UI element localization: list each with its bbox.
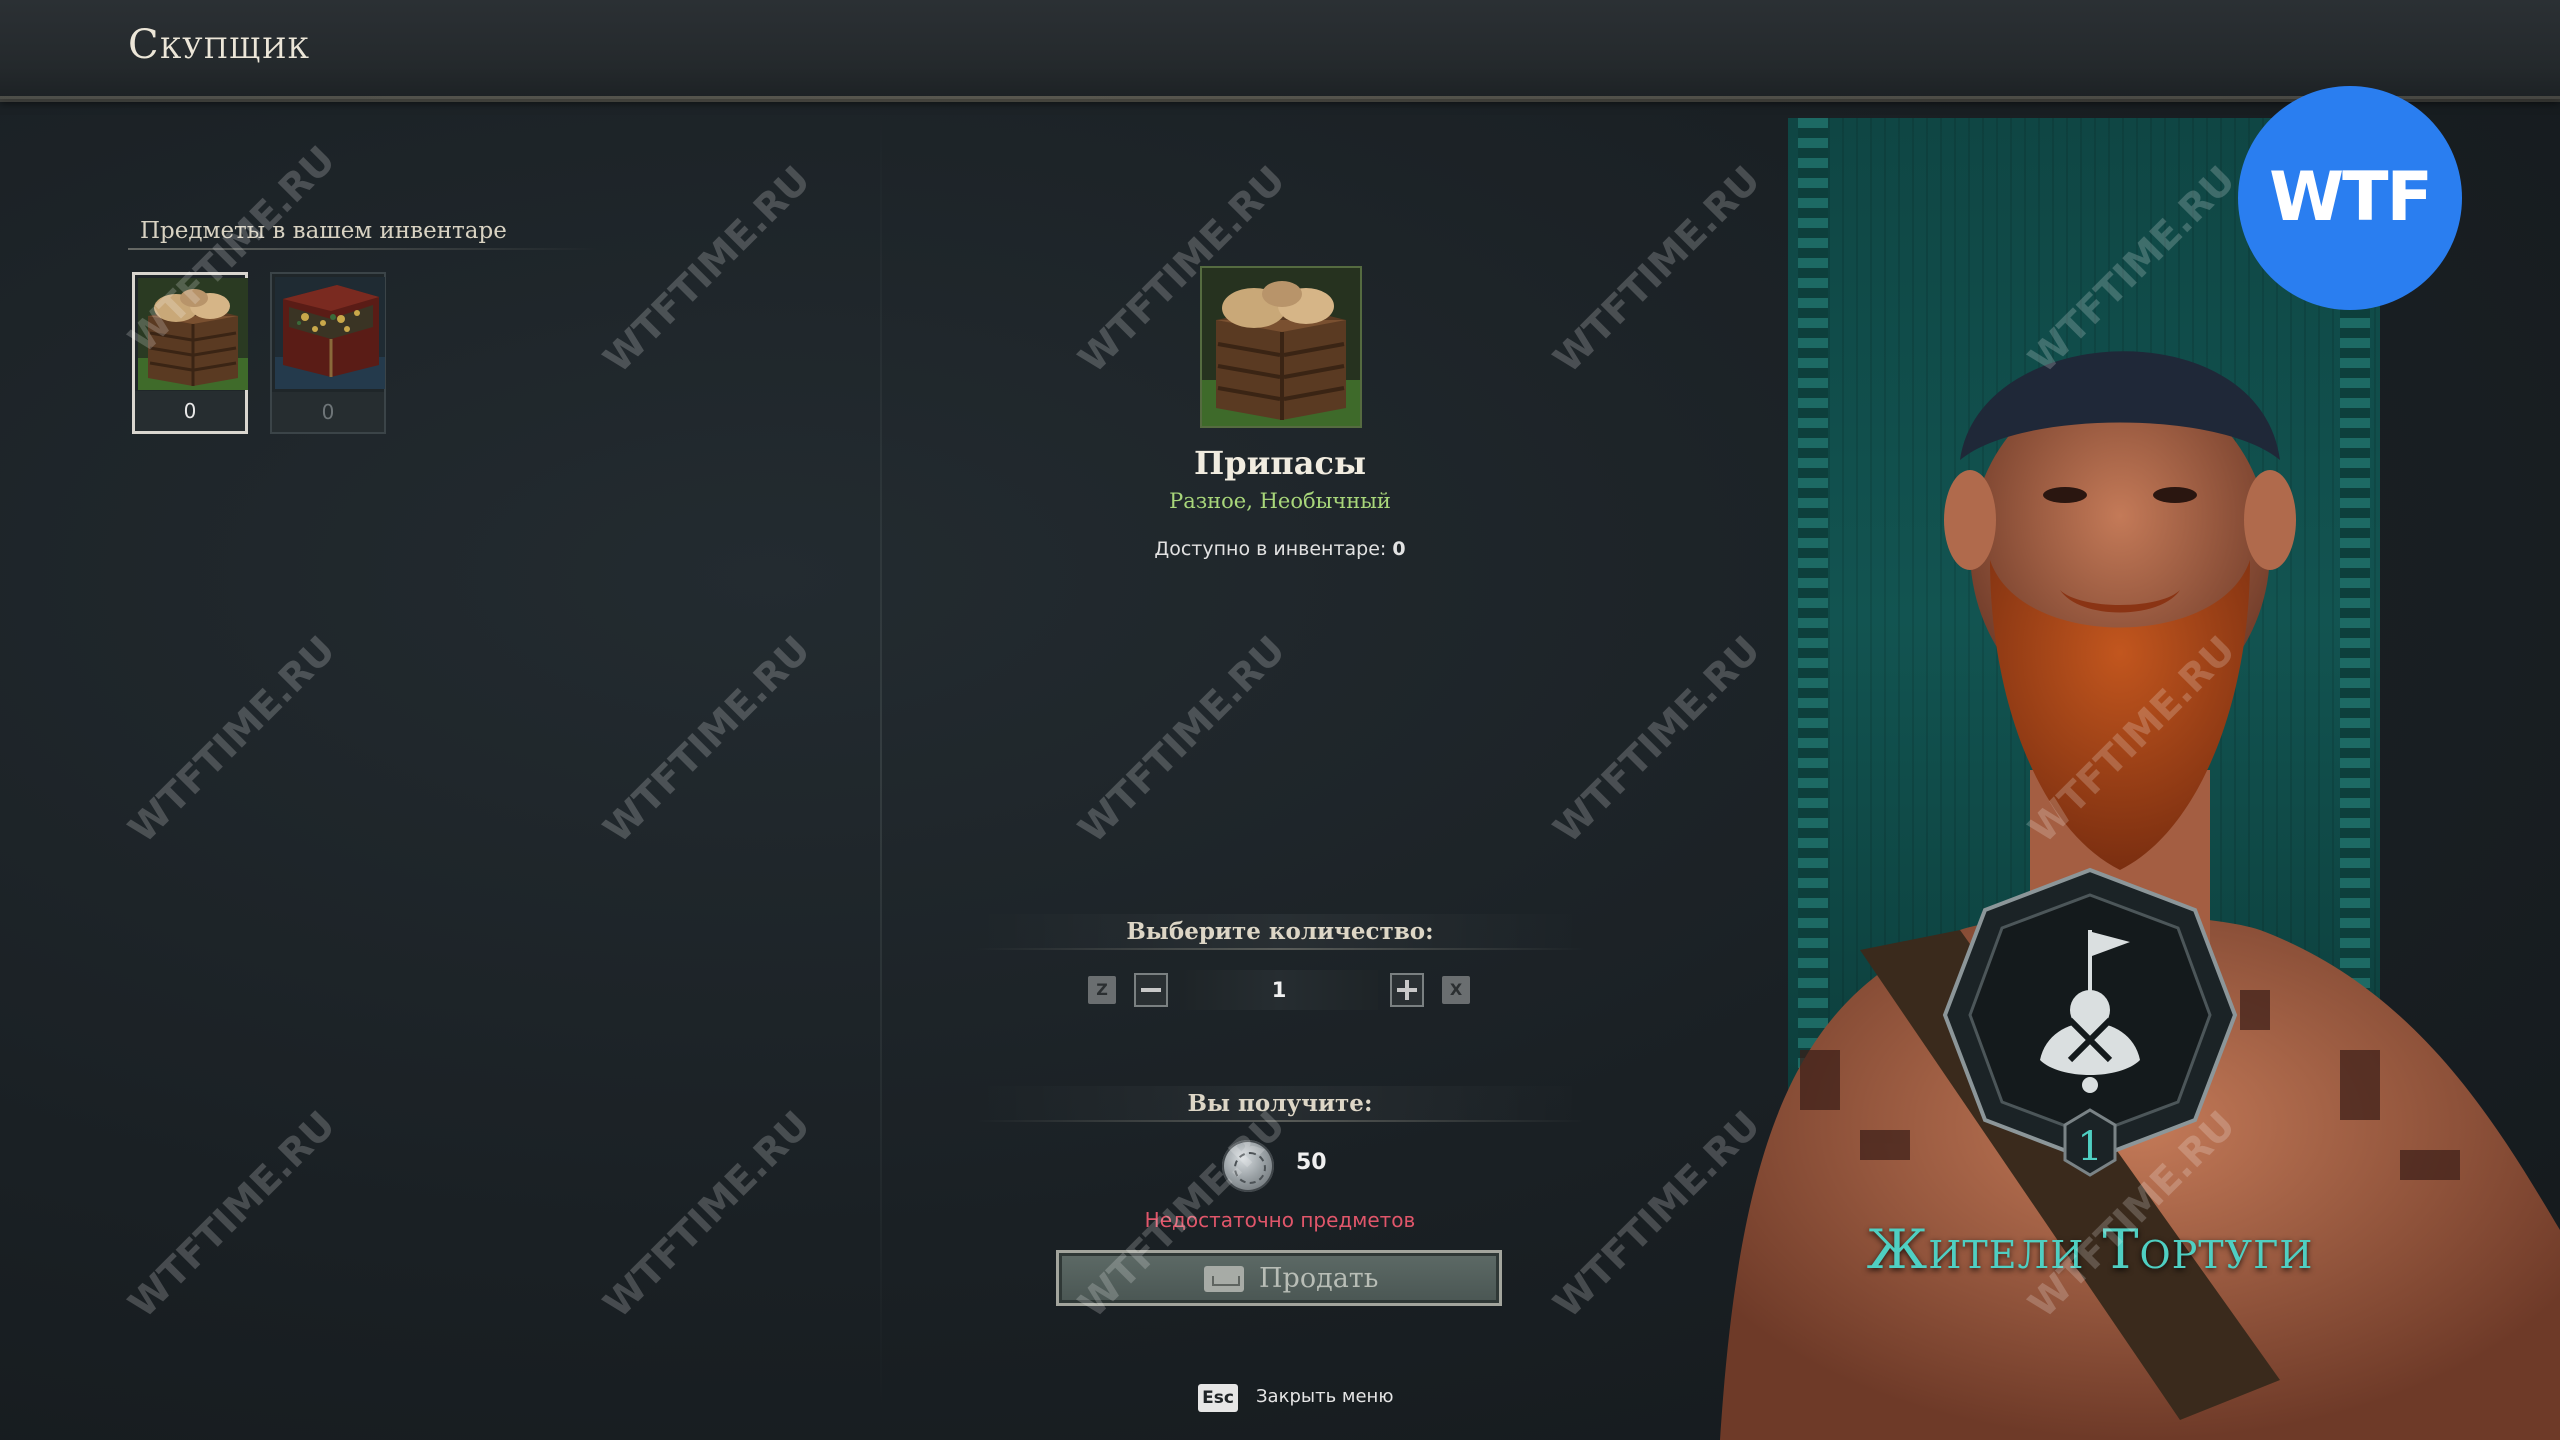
supply-crate-icon [1202,268,1360,426]
watermark: WTFTIME.RU [595,157,819,382]
watermark: WTFTIME.RU [120,1102,344,1327]
treasure-chest-icon [275,277,385,389]
key-min: Z [1088,976,1116,1004]
quantity-divider [975,948,1585,950]
quantity-title: Выберите количество: [1126,918,1434,945]
selected-item-thumb [1200,266,1362,428]
slot-quantity: 0 [272,392,384,432]
wtf-logo-badge: WTF [2238,86,2462,310]
slot-quantity: 0 [135,391,245,431]
sell-button-label: Продать [1259,1263,1379,1294]
watermark: WTFTIME.RU [595,1102,819,1327]
panel-divider [880,110,882,1410]
watermark: WTFTIME.RU [120,627,344,852]
inventory-label: Предметы в вашем инвентаре [140,218,507,244]
minus-icon [1141,988,1161,992]
watermark: WTFTIME.RU [1070,627,1294,852]
available-value: 0 [1392,538,1406,560]
keyboard-icon [1204,1266,1244,1292]
quantity-minus-button[interactable] [1134,973,1168,1007]
close-menu-label[interactable]: Закрыть меню [1256,1386,1393,1407]
page-title: Скупщик [128,22,310,68]
key-max: X [1442,976,1470,1004]
esc-key[interactable]: Esc [1198,1384,1238,1412]
watermark: WTFTIME.RU [595,627,819,852]
quantity-plus-button[interactable] [1390,973,1424,1007]
fence-screen: { "header": { "title": "Скупщик" }, "inv… [0,0,2560,1440]
faction-level: 1 [2077,1124,2102,1170]
available-label: Доступно в инвентаре: [1154,538,1387,560]
header-edge [0,96,2560,102]
plus-icon [1397,980,1417,1000]
header-bar: Скупщик [0,0,2560,102]
item-rarity: Разное, Необычный [1169,489,1391,513]
item-name: Припасы [1193,444,1367,482]
item-available: Доступно в инвентаре: 0 [1080,538,1480,560]
quantity-input[interactable]: 1 [1180,970,1378,1010]
reward-value: 50 [1296,1150,1327,1175]
inventory-slot-chest[interactable]: 0 [270,272,386,434]
